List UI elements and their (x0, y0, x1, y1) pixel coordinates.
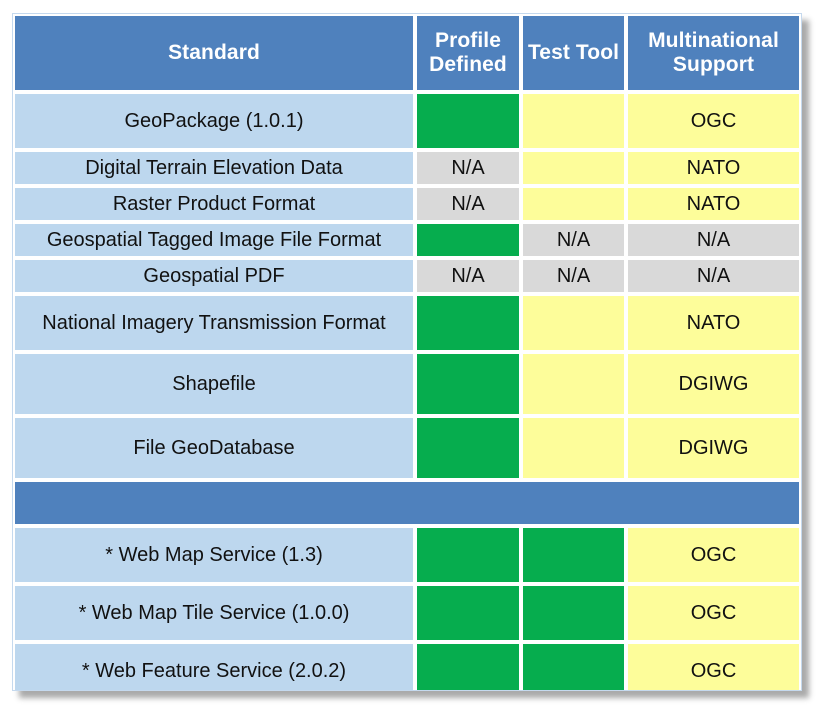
table-row: Geospatial Tagged Image File Format N/A N/… (13, 222, 801, 258)
standards-support-table: Standard Profile Defined Test Tool Multi… (13, 14, 801, 690)
section-separator-row (13, 480, 801, 526)
cell-profile-defined[interactable] (415, 584, 521, 642)
cell-standard-name[interactable]: Raster Product Format (13, 186, 415, 222)
cell-standard-name[interactable]: Geospatial PDF (13, 258, 415, 294)
cell-profile-defined[interactable]: N/A (415, 186, 521, 222)
cell-multinational-support[interactable]: OGC (626, 526, 801, 584)
table-row: File GeoDatabase DGIWG (13, 416, 801, 480)
not-applicable-label: N/A (451, 264, 485, 287)
cell-multinational-support[interactable]: OGC (626, 584, 801, 642)
table-row: Geospatial PDF N/A N/A N/A (13, 258, 801, 294)
page-root: Standard Profile Defined Test Tool Multi… (0, 0, 825, 715)
cell-multinational-support[interactable]: DGIWG (626, 416, 801, 480)
cell-profile-defined[interactable]: N/A (415, 258, 521, 294)
cell-standard-name[interactable]: Digital Terrain Elevation Data (13, 150, 415, 186)
column-header-multinational-support-line2: Support (672, 53, 755, 76)
cell-multinational-support[interactable]: OGC (626, 642, 801, 690)
column-header-multinational-support-line1: Multinational (648, 29, 779, 53)
column-header-test-tool[interactable]: Test Tool (521, 14, 626, 92)
cell-standard-name[interactable]: File GeoDatabase (13, 416, 415, 480)
value-label: OGC (690, 109, 737, 132)
cell-multinational-support[interactable]: OGC (626, 92, 801, 150)
cell-test-tool[interactable] (521, 642, 626, 690)
value-label: DGIWG (678, 372, 749, 395)
cell-multinational-support[interactable]: N/A (626, 258, 801, 294)
cell-standard-name[interactable]: Geospatial Tagged Image File Format (13, 222, 415, 258)
value-label: DGIWG (678, 436, 749, 459)
table-row: Digital Terrain Elevation Data N/A NATO (13, 150, 801, 186)
cell-test-tool[interactable] (521, 294, 626, 352)
cell-multinational-support[interactable]: NATO (626, 186, 801, 222)
cell-test-tool[interactable] (521, 416, 626, 480)
cell-standard-name[interactable]: GeoPackage (1.0.1) (13, 92, 415, 150)
table-row: National Imagery Transmission Format NATO (13, 294, 801, 352)
cell-test-tool[interactable] (521, 150, 626, 186)
column-header-profile-defined-line2: Defined (429, 53, 507, 76)
table-row: GeoPackage (1.0.1) OGC (13, 92, 801, 150)
value-label: OGC (690, 659, 737, 682)
cell-profile-defined[interactable] (415, 416, 521, 480)
cell-profile-defined[interactable]: N/A (415, 150, 521, 186)
table-body: GeoPackage (1.0.1) OGC Digital Terrain Ele… (13, 92, 801, 690)
cell-test-tool[interactable]: N/A (521, 222, 626, 258)
standards-support-table-frame: Standard Profile Defined Test Tool Multi… (12, 13, 802, 691)
not-applicable-label: N/A (556, 228, 591, 251)
cell-test-tool[interactable] (521, 526, 626, 584)
cell-standard-name[interactable]: Shapefile (13, 352, 415, 416)
cell-profile-defined[interactable] (415, 92, 521, 150)
cell-profile-defined[interactable] (415, 642, 521, 690)
cell-profile-defined[interactable] (415, 222, 521, 258)
table-row: * Web Map Service (1.3) OGC (13, 526, 801, 584)
cell-multinational-support[interactable]: NATO (626, 294, 801, 352)
cell-test-tool[interactable] (521, 352, 626, 416)
section-separator-band (13, 480, 801, 526)
cell-profile-defined[interactable] (415, 294, 521, 352)
value-label: NATO (686, 192, 741, 215)
column-header-multinational-support[interactable]: Multinational Support (626, 14, 801, 92)
table-row: Raster Product Format N/A NATO (13, 186, 801, 222)
column-header-profile-defined-line1: Profile (434, 29, 502, 53)
table-row: * Web Feature Service (2.0.2) OGC (13, 642, 801, 690)
table-row: Shapefile DGIWG (13, 352, 801, 416)
value-label: NATO (686, 311, 741, 334)
cell-multinational-support[interactable]: DGIWG (626, 352, 801, 416)
cell-standard-name[interactable]: * Web Map Service (1.3) (13, 526, 415, 584)
cell-standard-name[interactable]: * Web Feature Service (2.0.2) (13, 642, 415, 690)
not-applicable-label: N/A (451, 192, 485, 215)
cell-test-tool[interactable] (521, 584, 626, 642)
value-label: OGC (690, 601, 737, 624)
not-applicable-label: N/A (451, 156, 485, 179)
table-header: Standard Profile Defined Test Tool Multi… (13, 14, 801, 92)
not-applicable-label: N/A (696, 228, 731, 251)
cell-standard-name[interactable]: * Web Map Tile Service (1.0.0) (13, 584, 415, 642)
table-row: * Web Map Tile Service (1.0.0) OGC (13, 584, 801, 642)
cell-profile-defined[interactable] (415, 526, 521, 584)
cell-test-tool[interactable] (521, 186, 626, 222)
cell-test-tool[interactable] (521, 92, 626, 150)
cell-multinational-support[interactable]: NATO (626, 150, 801, 186)
value-label: NATO (686, 156, 741, 179)
column-header-profile-defined[interactable]: Profile Defined (415, 14, 521, 92)
cell-profile-defined[interactable] (415, 352, 521, 416)
header-row: Standard Profile Defined Test Tool Multi… (13, 14, 801, 92)
value-label: OGC (690, 543, 737, 566)
not-applicable-label: N/A (556, 264, 591, 287)
cell-test-tool[interactable]: N/A (521, 258, 626, 294)
not-applicable-label: N/A (696, 264, 731, 287)
cell-multinational-support[interactable]: N/A (626, 222, 801, 258)
cell-standard-name[interactable]: National Imagery Transmission Format (13, 294, 415, 352)
column-header-standard[interactable]: Standard (13, 14, 415, 92)
